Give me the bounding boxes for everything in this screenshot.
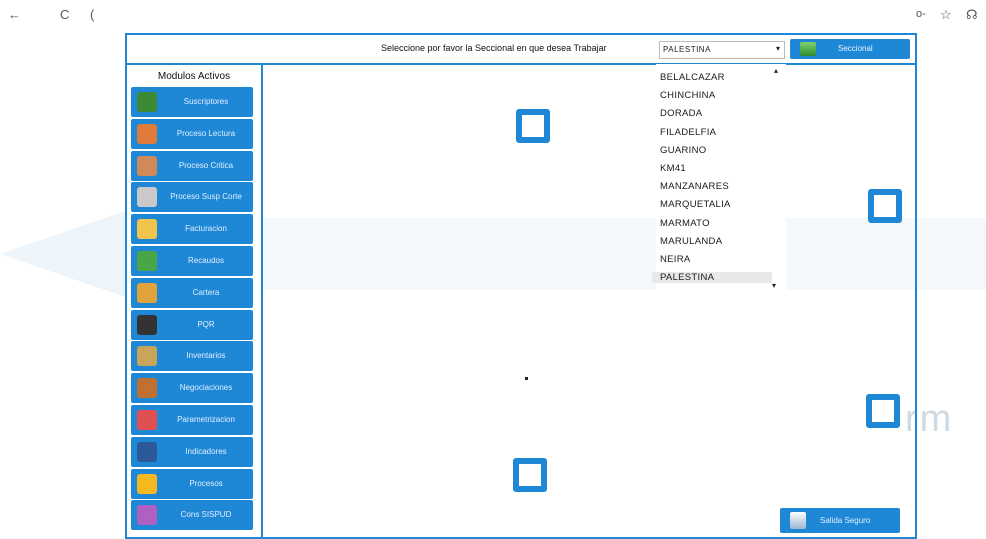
boxes-icon (137, 346, 157, 367)
database-icon (137, 505, 157, 526)
user-green-icon (800, 42, 816, 56)
sidebar-item-label: Cartera (192, 287, 220, 297)
sidebar-item-label: Cons SISPUD (180, 510, 232, 520)
sidebar-item-8[interactable]: Inventarios (131, 341, 253, 372)
scroll-up-icon[interactable]: ▴ (774, 66, 778, 75)
sidebar-item-label: Proceso Lectura (176, 128, 236, 138)
address-bar[interactable]: ( (90, 7, 94, 22)
sidebar-item-label: Proceso Susp Corte (170, 192, 242, 202)
scissors-icon (137, 187, 157, 208)
salida-seguro-label: Salida Seguro (820, 516, 871, 525)
sidebar-item-label: Indicadores (185, 446, 227, 456)
agent-icon (137, 314, 157, 335)
salida-seguro-button[interactable]: Salida Seguro (780, 508, 900, 533)
browser-toolbar: ← C ( o- ☆ ☊ (0, 0, 986, 30)
sidebar-item-4[interactable]: Facturacion (131, 214, 253, 245)
sidebar-item-13[interactable]: Cons SISPUD (131, 500, 253, 531)
stray-dot (525, 377, 528, 380)
moneybag-icon (137, 282, 157, 303)
exit-user-icon (790, 512, 806, 529)
placeholder-square-icon (513, 458, 547, 492)
sidebar: Modulos Activos Suscriptores Proceso Lect… (127, 65, 263, 537)
dropdown-option[interactable]: MARQUETALIA (660, 199, 731, 210)
back-arrow-icon[interactable]: ← (8, 7, 21, 22)
users-icon (137, 92, 157, 112)
seccional-select-value: PALESTINA (663, 45, 711, 54)
sidebar-item-label: Facturacion (185, 224, 227, 234)
dropdown-option[interactable]: GUARINO (660, 145, 706, 156)
gear-icon (137, 473, 157, 494)
dropdown-option[interactable]: PALESTINA (652, 272, 772, 284)
sidebar-item-label: Inventarios (186, 351, 226, 361)
dropdown-option[interactable]: NEIRA (660, 254, 691, 265)
chevron-down-icon: ▾ (775, 44, 780, 53)
sidebar-item-0[interactable]: Suscriptores (131, 87, 253, 117)
tools-icon (137, 409, 157, 430)
sidebar-item-label: Negociaciones (179, 383, 233, 393)
reload-icon[interactable]: C (60, 7, 69, 22)
sidebar-item-12[interactable]: Procesos (131, 468, 253, 499)
dropdown-option[interactable]: DORADA (660, 108, 702, 119)
seccional-button[interactable]: Seccional (790, 39, 910, 59)
sidebar-item-9[interactable]: Negociaciones (131, 373, 253, 404)
module-menu: Suscriptores Proceso Lectura Proceso Criti… (131, 87, 253, 532)
top-bar: Seleccione por favor la Seccional en que… (127, 35, 915, 65)
key-icon[interactable]: o- (916, 8, 926, 20)
chart-icon (137, 441, 157, 462)
dropdown-option[interactable]: FILADELFIA (660, 127, 716, 138)
dropdown-option[interactable]: MARMATO (660, 218, 710, 229)
sidebar-item-label: Procesos (189, 478, 223, 488)
sidebar-item-10[interactable]: Parametrizacion (131, 404, 253, 435)
seccional-prompt: Seleccione por favor la Seccional en que… (381, 43, 607, 53)
placeholder-square-icon (868, 189, 902, 223)
invoice-icon (137, 219, 157, 240)
sidebar-item-11[interactable]: Indicadores (131, 436, 253, 467)
sidebar-item-1[interactable]: Proceso Lectura (131, 118, 253, 149)
background-arrow-shape (0, 206, 140, 302)
sidebar-item-label: Recaudos (187, 255, 225, 265)
sidebar-item-2[interactable]: Proceso Critica (131, 150, 253, 181)
sidebar-item-6[interactable]: Cartera (131, 277, 253, 308)
placeholder-square-icon (866, 394, 900, 428)
money-icon (137, 250, 157, 271)
seccional-button-label: Seccional (838, 44, 873, 53)
pencil-icon (137, 123, 157, 144)
sidebar-item-label: PQR (197, 319, 215, 329)
briefcase-icon (137, 378, 157, 399)
placeholder-square-icon (516, 109, 550, 143)
check-hand-icon (137, 155, 157, 176)
extension-icon[interactable]: ☊ (966, 7, 978, 23)
dropdown-option[interactable]: MARULANDA (660, 236, 722, 247)
sidebar-item-label: Suscriptores (183, 97, 229, 106)
sidebar-item-label: Proceso Critica (178, 160, 234, 170)
dropdown-option[interactable]: KM41 (660, 163, 686, 174)
seccional-select[interactable]: PALESTINA ▾ (659, 41, 785, 59)
dropdown-option[interactable]: CHINCHINA (660, 90, 715, 101)
bookmark-star-icon[interactable]: ☆ (940, 7, 952, 23)
sidebar-item-label: Parametrizacion (177, 414, 235, 424)
sidebar-title: Modulos Activos (157, 71, 231, 82)
scroll-down-icon[interactable]: ▾ (772, 281, 776, 290)
sidebar-item-5[interactable]: Recaudos (131, 245, 253, 276)
dropdown-option[interactable]: BELALCAZAR (660, 72, 725, 83)
sidebar-item-7[interactable]: PQR (131, 309, 253, 340)
sidebar-item-3[interactable]: Proceso Susp Corte (131, 182, 253, 213)
dropdown-option[interactable]: MANZANARES (660, 181, 729, 192)
